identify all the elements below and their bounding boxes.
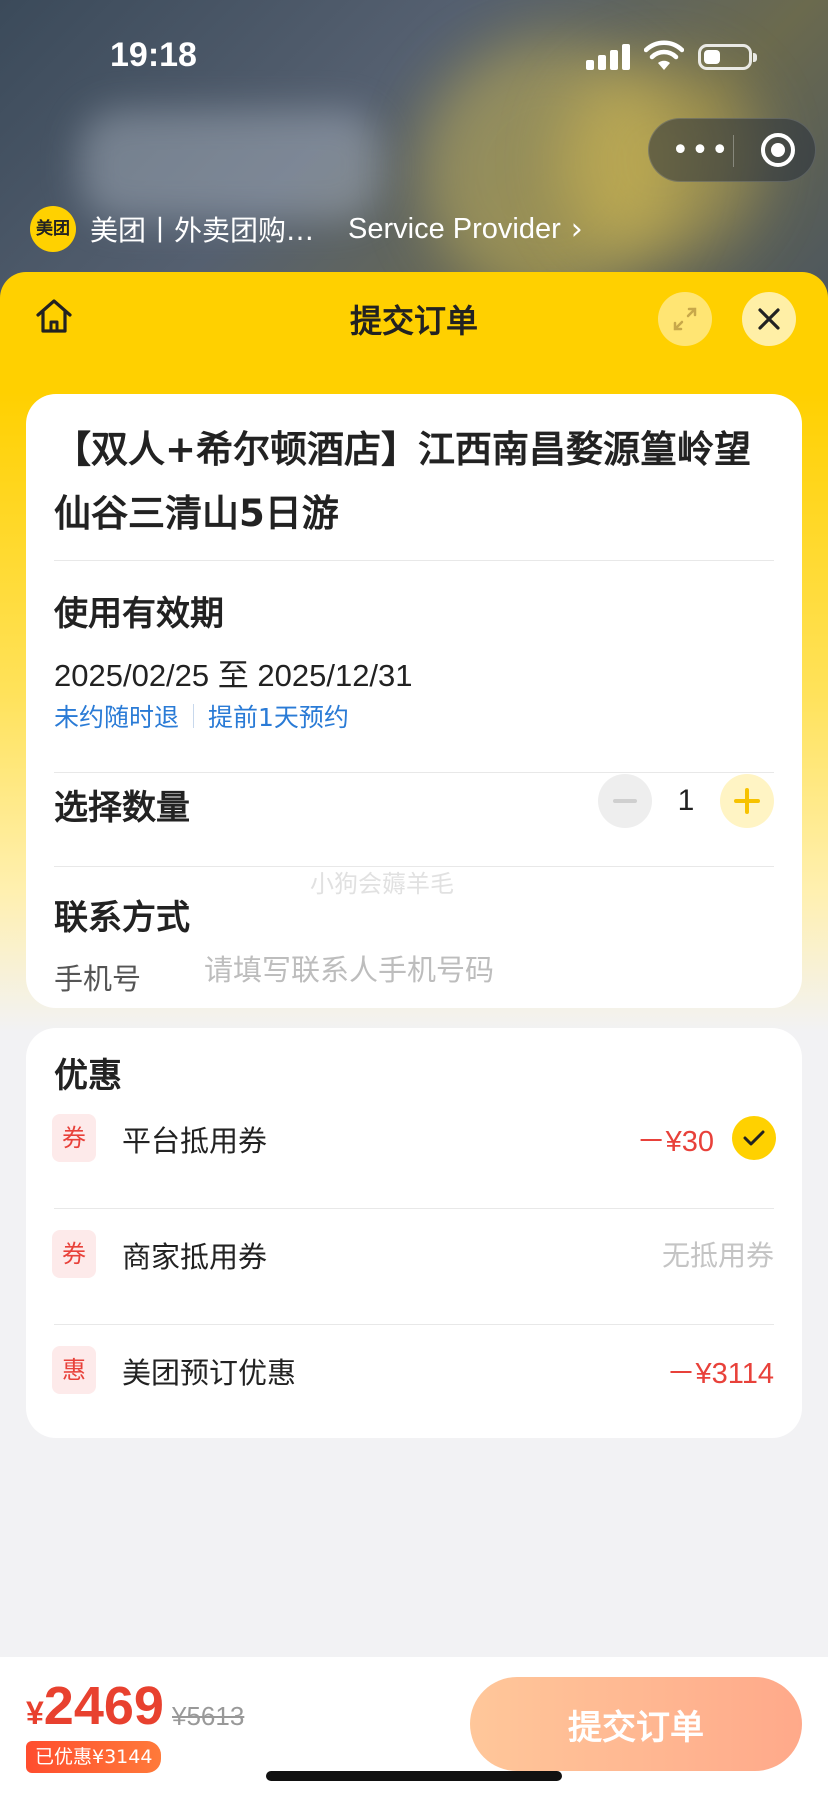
close-button[interactable] <box>742 292 796 346</box>
discount-amount: －¥3114 <box>666 1358 775 1390</box>
platform-coupon-row[interactable]: 券 平台抵用券 －¥30 <box>26 1092 802 1182</box>
tag-separator <box>193 704 195 728</box>
chevron-right-icon[interactable]: › <box>571 212 583 247</box>
price-value: 2469 <box>43 1676 164 1736</box>
expand-button[interactable] <box>658 292 712 346</box>
policy-tags: 未约随时退 提前1天预约 <box>54 698 349 734</box>
contact-label: 联系方式 <box>54 898 190 938</box>
discount-label: 美团预订优惠 <box>122 1356 297 1390</box>
increase-button[interactable] <box>720 774 774 828</box>
quantity-label: 选择数量 <box>54 788 190 828</box>
refund-tag: 未约随时退 <box>54 703 180 732</box>
final-price: ¥2469 <box>26 1675 164 1737</box>
discount-label: 平台抵用券 <box>122 1124 268 1158</box>
close-miniprogram-icon[interactable] <box>761 133 795 167</box>
miniprogram-capsule: ••• <box>648 118 816 182</box>
background-blur-shape <box>80 110 380 220</box>
discount-card: 优惠 券 平台抵用券 －¥30 券 商家抵用券 无抵用券 惠 美团预订优惠 －¥… <box>26 1028 802 1438</box>
service-provider-link[interactable]: Service Provider <box>348 213 561 246</box>
close-icon <box>758 308 780 330</box>
expand-icon <box>673 307 697 331</box>
product-card: 【双人+希尔顿酒店】江西南昌婺源篁岭望仙谷三清山5日游 使用有效期 2025/0… <box>26 394 802 1008</box>
currency-symbol: ¥ <box>26 1695 44 1731</box>
capsule-divider <box>733 135 734 167</box>
status-bar: 19:18 <box>0 0 828 110</box>
validity-range: 2025/02/25 至 2025/12/31 <box>54 658 413 693</box>
wifi-icon <box>644 40 684 70</box>
order-sheet: 提交订单 【双人+希尔顿酒店】江西南昌婺源篁岭望仙谷三清山5日游 使用有效期 2… <box>0 272 828 1657</box>
validity-label: 使用有效期 <box>54 594 224 634</box>
battery-icon <box>698 44 757 70</box>
status-time: 19:18 <box>110 36 197 74</box>
watermark: 小狗会薅羊毛 <box>310 870 454 898</box>
discount-title: 优惠 <box>54 1056 122 1096</box>
discount-badge: 惠 <box>52 1346 96 1394</box>
original-price: ¥5613 <box>172 1701 245 1731</box>
discount-amount: －¥30 <box>636 1126 714 1158</box>
coupon-badge: 券 <box>52 1230 96 1278</box>
sheet-header: 提交订单 <box>0 272 828 362</box>
coupon-badge: 券 <box>52 1114 96 1162</box>
booking-discount-row: 惠 美团预订优惠 －¥3114 <box>26 1324 802 1414</box>
quantity-stepper: 1 <box>598 774 774 828</box>
phone-input[interactable] <box>204 948 764 992</box>
discount-label: 商家抵用券 <box>122 1240 268 1274</box>
cellular-signal-icon <box>586 44 630 70</box>
divider <box>54 560 774 561</box>
home-indicator <box>266 1771 562 1781</box>
checkmark-icon[interactable] <box>732 1116 776 1160</box>
divider <box>54 772 774 773</box>
provider-name: 美团丨外卖团购… <box>90 214 315 247</box>
quantity-value: 1 <box>677 784 695 817</box>
checkout-bar: ¥2469 ¥5613 已优惠¥3144 提交订单 <box>0 1657 828 1795</box>
phone-label: 手机号 <box>54 962 142 996</box>
product-title: 【双人+希尔顿酒店】江西南昌婺源篁岭望仙谷三清山5日游 <box>54 428 752 535</box>
no-coupon-text: 无抵用券 <box>661 1239 774 1272</box>
merchant-coupon-row[interactable]: 券 商家抵用券 无抵用券 <box>26 1208 802 1298</box>
submit-order-button[interactable]: 提交订单 <box>470 1677 802 1771</box>
decrease-button[interactable] <box>598 774 652 828</box>
provider-row: 美团 美团丨外卖团购… Service Provider › <box>30 206 583 252</box>
meituan-logo: 美团 <box>30 206 76 252</box>
more-icon[interactable]: ••• <box>671 133 731 169</box>
booking-tag: 提前1天预约 <box>208 703 349 732</box>
saved-badge: 已优惠¥3144 <box>26 1741 162 1773</box>
